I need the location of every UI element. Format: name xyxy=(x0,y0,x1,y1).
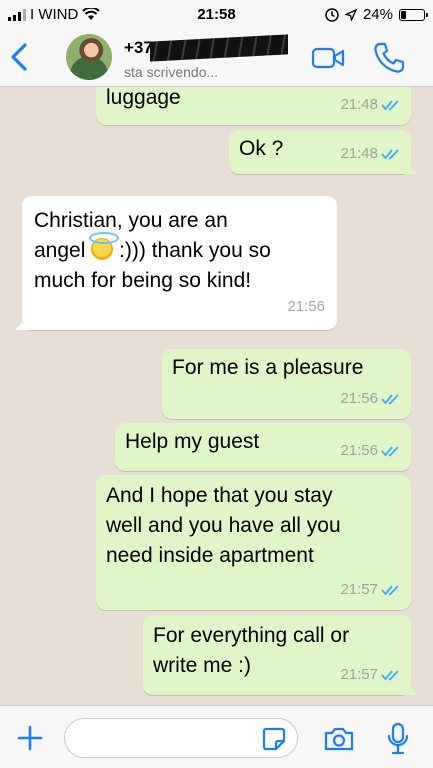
message-bubble-outgoing[interactable]: Ok ? 21:48 xyxy=(229,130,418,174)
message-time: 21:48 xyxy=(340,145,378,162)
sticker-icon[interactable] xyxy=(262,727,286,751)
read-ticks-icon xyxy=(381,670,399,681)
message-fragment: angel xyxy=(34,239,86,262)
message-meta: 21:48 xyxy=(340,139,403,169)
message-text: Help my guest xyxy=(125,430,260,453)
read-ticks-icon xyxy=(381,585,399,596)
typing-status: sta scrivendo... xyxy=(124,64,219,80)
message-meta: 21:56 xyxy=(340,384,403,414)
composer-bar xyxy=(0,705,433,768)
message-bubble-incoming[interactable]: Christian, you are an angel :))) thank y… xyxy=(15,196,337,330)
read-ticks-icon xyxy=(381,149,399,160)
alarm-icon xyxy=(325,7,339,22)
message-meta: 21:57 xyxy=(340,660,403,690)
message-line: angel :))) thank you so xyxy=(34,232,325,266)
bubble-tail xyxy=(404,160,418,174)
message-time: 21:57 xyxy=(340,581,378,598)
message-line: And I hope that you stay xyxy=(106,484,333,507)
message-list[interactable]: luggage 21:48 Ok ? 21:48 Christian, you … xyxy=(0,87,433,705)
location-icon xyxy=(344,8,357,21)
message-bubble-outgoing[interactable]: luggage 21:48 xyxy=(96,87,411,125)
message-fragment: :))) thank you so xyxy=(119,239,271,262)
message-time: 21:48 xyxy=(340,96,378,113)
plus-icon[interactable] xyxy=(16,724,44,752)
message-meta: 21:56 xyxy=(287,292,325,322)
read-ticks-icon xyxy=(381,394,399,405)
avatar[interactable] xyxy=(66,34,112,80)
read-ticks-icon xyxy=(381,100,399,111)
message-bubble-outgoing[interactable]: Help my guest 21:56 xyxy=(115,423,411,471)
message-line: well and you have all you xyxy=(106,514,341,537)
message-bubble-outgoing[interactable]: And I hope that you stay well and you ha… xyxy=(96,475,411,610)
back-chevron-icon[interactable] xyxy=(8,42,32,72)
message-time: 21:56 xyxy=(287,298,325,315)
redaction-scribble xyxy=(150,34,288,62)
bubble-tail xyxy=(404,681,418,695)
message-meta: 21:56 xyxy=(340,436,403,466)
message-bubble-outgoing[interactable]: For me is a pleasure 21:56 xyxy=(162,349,411,419)
chat-header: +37 sta scrivendo... xyxy=(0,30,433,87)
message-bubble-outgoing[interactable]: For everything call or write me :) 21:57 xyxy=(143,615,418,695)
message-time: 21:56 xyxy=(340,442,378,459)
status-right: 24% xyxy=(325,6,428,23)
battery-percent: 24% xyxy=(362,6,393,23)
smiling-angel-emoji xyxy=(89,232,120,260)
status-bar: I WIND 21:58 24% xyxy=(0,0,433,30)
message-line: need inside apartment xyxy=(106,544,314,567)
bubble-tail xyxy=(15,316,29,330)
camera-icon[interactable] xyxy=(323,726,355,752)
contact-name[interactable]: +37 xyxy=(124,38,153,58)
message-time: 21:57 xyxy=(340,666,378,683)
message-meta: 21:57 xyxy=(340,575,403,605)
message-text: luggage xyxy=(106,87,181,109)
message-text: Ok ? xyxy=(239,137,284,160)
read-ticks-icon xyxy=(381,446,399,457)
microphone-icon[interactable] xyxy=(386,722,410,756)
video-call-icon[interactable] xyxy=(311,46,345,70)
message-line: Christian, you are an xyxy=(34,209,228,232)
message-text: For me is a pleasure xyxy=(172,356,364,379)
message-line: much for being so kind! xyxy=(34,269,252,292)
message-meta: 21:48 xyxy=(340,90,403,120)
battery-icon xyxy=(399,8,428,21)
message-line: For everything call or xyxy=(153,624,350,647)
message-time: 21:56 xyxy=(340,390,378,407)
phone-icon[interactable] xyxy=(372,41,406,75)
